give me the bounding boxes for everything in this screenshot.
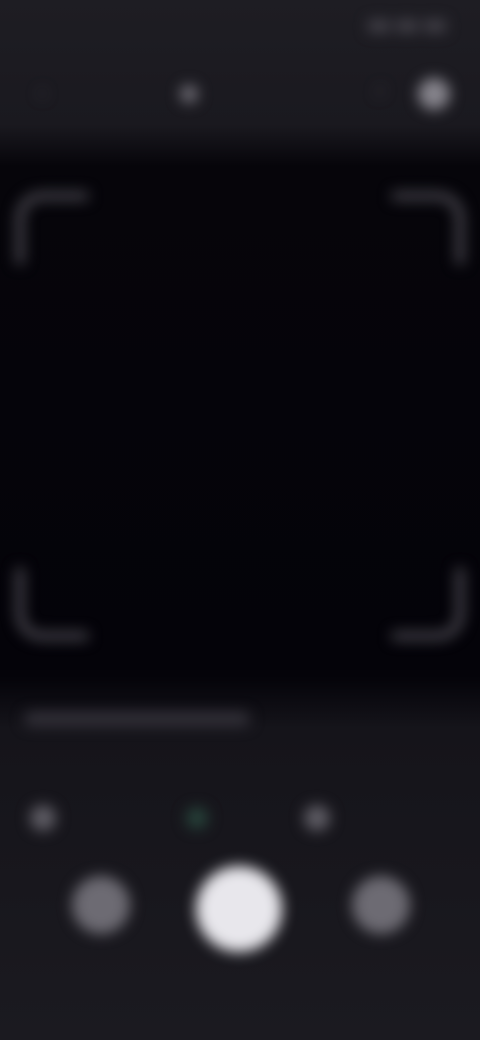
top-header: ‹ ⚡	[0, 62, 480, 126]
settings-icon[interactable]	[418, 78, 450, 110]
mode-selector	[0, 796, 480, 840]
mode-right-icon	[304, 805, 330, 831]
mode-center-icon	[186, 807, 208, 829]
header-title[interactable]	[180, 80, 304, 108]
mode-left-icon	[30, 805, 56, 831]
viewfinder-corner-top-left	[16, 192, 88, 264]
viewfinder-corner-bottom-left	[16, 568, 88, 640]
status-tray	[368, 20, 446, 32]
back-arrow-icon[interactable]: ‹	[28, 80, 56, 108]
viewfinder-hint	[24, 708, 252, 730]
camera-screen: ‹ ⚡	[0, 0, 480, 1040]
status-bar	[0, 14, 480, 44]
blurred-content: ‹ ⚡	[0, 0, 480, 1040]
mode-left[interactable]	[30, 804, 66, 832]
battery-icon	[424, 20, 446, 32]
gallery-button[interactable]	[72, 876, 130, 934]
wifi-icon	[396, 20, 418, 32]
mode-right[interactable]	[304, 804, 340, 832]
mode-center[interactable]	[186, 804, 218, 832]
viewfinder-corner-top-right	[392, 192, 464, 264]
viewfinder-corner-bottom-right	[392, 568, 464, 640]
switch-camera-button[interactable]	[352, 876, 410, 934]
signal-icon	[368, 20, 390, 32]
shutter-button[interactable]	[196, 866, 282, 952]
scan-icon	[180, 85, 198, 103]
flash-icon[interactable]: ⚡	[368, 82, 392, 106]
